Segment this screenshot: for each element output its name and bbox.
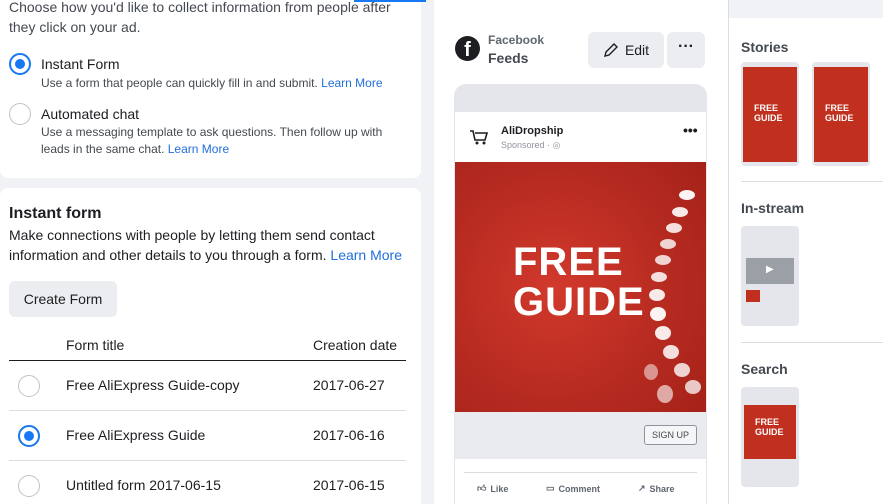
post-actions: 👍︎ Like ▭ Comment ↗ Share bbox=[464, 472, 697, 504]
option-desc-text: Use a form that people can quickly fill … bbox=[41, 76, 318, 90]
page-name: AliDropship bbox=[501, 125, 564, 137]
sign-up-button[interactable]: SIGN UP bbox=[644, 425, 697, 445]
video-frame: ▶ bbox=[746, 258, 794, 284]
mini-creative: FREE GUIDE bbox=[744, 405, 796, 459]
mini-creative bbox=[746, 290, 760, 302]
instant-form-card: Instant form Make connections with peopl… bbox=[0, 188, 421, 504]
form-select-radio[interactable] bbox=[18, 375, 40, 397]
comment-action[interactable]: ▭ Comment bbox=[546, 483, 600, 494]
edit-button[interactable]: Edit bbox=[588, 32, 664, 68]
instream-thumbnail[interactable]: ▶ bbox=[741, 226, 799, 326]
create-form-button[interactable]: Create Form bbox=[9, 281, 117, 317]
form-title-cell: Free AliExpress Guide bbox=[66, 427, 206, 443]
form-title-cell: Free AliExpress Guide-copy bbox=[66, 377, 240, 393]
table-row[interactable]: Untitled form 2017-06-15 2017-06-15 bbox=[9, 461, 406, 504]
placements-sidebar: Stories FREE GUIDE FREE GUIDE In-stream … bbox=[728, 0, 883, 504]
creation-date-cell: 2017-06-27 bbox=[313, 377, 385, 393]
stories-thumbnail-2[interactable]: FREE GUIDE bbox=[812, 62, 870, 166]
instant-form-heading: Instant form bbox=[9, 205, 102, 222]
share-action[interactable]: ↗ Share bbox=[638, 483, 675, 494]
learn-more-link[interactable]: Learn More bbox=[321, 76, 382, 90]
preview-placement: Feeds bbox=[488, 50, 529, 66]
column-header-creation-date: Creation date bbox=[313, 337, 398, 353]
instream-label: In-stream bbox=[741, 200, 805, 216]
ad-creative-image: FREE GUIDE bbox=[455, 162, 706, 412]
shopping-cart-icon bbox=[470, 130, 489, 145]
sidebar-top-gap bbox=[729, 0, 883, 18]
like-action[interactable]: 👍︎ Like bbox=[477, 483, 508, 494]
cta-bar: SIGN UP bbox=[455, 412, 706, 459]
learn-more-link[interactable]: Learn More bbox=[330, 247, 402, 263]
instant-form-description: Make connections with people by letting … bbox=[9, 225, 414, 265]
feed-post: AliDropship Sponsored · ◎ ••• FREE GUIDE… bbox=[455, 112, 706, 504]
table-row[interactable]: Free AliExpress Guide-copy 2017-06-27 bbox=[9, 361, 406, 411]
comment-label: Comment bbox=[558, 483, 601, 494]
mini-creative-text: FREE GUIDE bbox=[755, 417, 784, 437]
automated-chat-option-desc: Use a messaging template to ask question… bbox=[41, 124, 401, 158]
ad-preview-panel: f Facebook Feeds Edit ··· AliDropship Sp… bbox=[434, 0, 728, 504]
share-label: Share bbox=[649, 483, 675, 494]
more-options-button[interactable]: ··· bbox=[667, 32, 705, 68]
form-select-radio[interactable] bbox=[18, 475, 40, 497]
play-icon: ▶ bbox=[766, 264, 774, 275]
automated-chat-radio[interactable] bbox=[9, 103, 31, 125]
creative-headline: FREE GUIDE bbox=[513, 242, 653, 322]
form-select-radio[interactable] bbox=[18, 425, 40, 447]
like-label: Like bbox=[490, 483, 509, 494]
top-accent-line bbox=[354, 0, 426, 2]
share-icon: ↗ bbox=[638, 483, 646, 493]
column-header-form-title: Form title bbox=[66, 337, 125, 353]
learn-more-link[interactable]: Learn More bbox=[168, 142, 229, 156]
stories-thumbnail-1[interactable]: FREE GUIDE bbox=[741, 62, 799, 166]
comment-icon: ▭ bbox=[546, 483, 555, 493]
mini-creative-text: FREE GUIDE bbox=[825, 103, 854, 123]
section-divider bbox=[741, 181, 883, 182]
stories-label: Stories bbox=[741, 39, 789, 55]
mini-creative: FREE GUIDE bbox=[814, 67, 868, 162]
instant-form-option-title: Instant Form bbox=[41, 56, 120, 72]
search-label: Search bbox=[741, 361, 788, 377]
post-more-button[interactable]: ••• bbox=[683, 122, 698, 138]
instant-form-option-desc: Use a form that people can quickly fill … bbox=[41, 75, 401, 92]
preview-platform: Facebook bbox=[488, 33, 545, 47]
creation-date-cell: 2017-06-15 bbox=[313, 477, 385, 493]
mini-creative: FREE GUIDE bbox=[743, 67, 797, 162]
creative-line-1: FREE bbox=[513, 240, 624, 284]
collect-intro: Choose how you'd like to collect informa… bbox=[9, 0, 391, 35]
table-row[interactable]: Free AliExpress Guide 2017-06-16 bbox=[9, 411, 406, 461]
sponsored-label: Sponsored · ◎ bbox=[501, 140, 560, 151]
ad-settings-column: Choose how you'd like to collect informa… bbox=[0, 0, 421, 504]
globe-icon: ◎ bbox=[552, 140, 561, 150]
search-thumbnail[interactable]: FREE GUIDE bbox=[741, 387, 799, 487]
creative-line-2: GUIDE bbox=[513, 280, 645, 324]
edit-label: Edit bbox=[624, 42, 650, 58]
sponsored-text: Sponsored · bbox=[501, 140, 551, 150]
instant-form-radio[interactable] bbox=[9, 53, 31, 75]
destination-card: Choose how you'd like to collect informa… bbox=[0, 0, 421, 178]
section-divider bbox=[741, 342, 883, 343]
pencil-icon bbox=[603, 43, 618, 57]
creation-date-cell: 2017-06-16 bbox=[313, 427, 385, 443]
mini-creative-text: FREE GUIDE bbox=[754, 103, 783, 123]
form-title-cell: Untitled form 2017-06-15 bbox=[66, 477, 221, 493]
instant-form-desc-text: Make connections with people by letting … bbox=[9, 227, 375, 263]
phone-mockup: AliDropship Sponsored · ◎ ••• FREE GUIDE… bbox=[454, 84, 707, 504]
automated-chat-option-title: Automated chat bbox=[41, 106, 140, 122]
facebook-icon: f bbox=[455, 36, 480, 61]
thumbs-up-icon: 👍︎ bbox=[477, 483, 487, 493]
